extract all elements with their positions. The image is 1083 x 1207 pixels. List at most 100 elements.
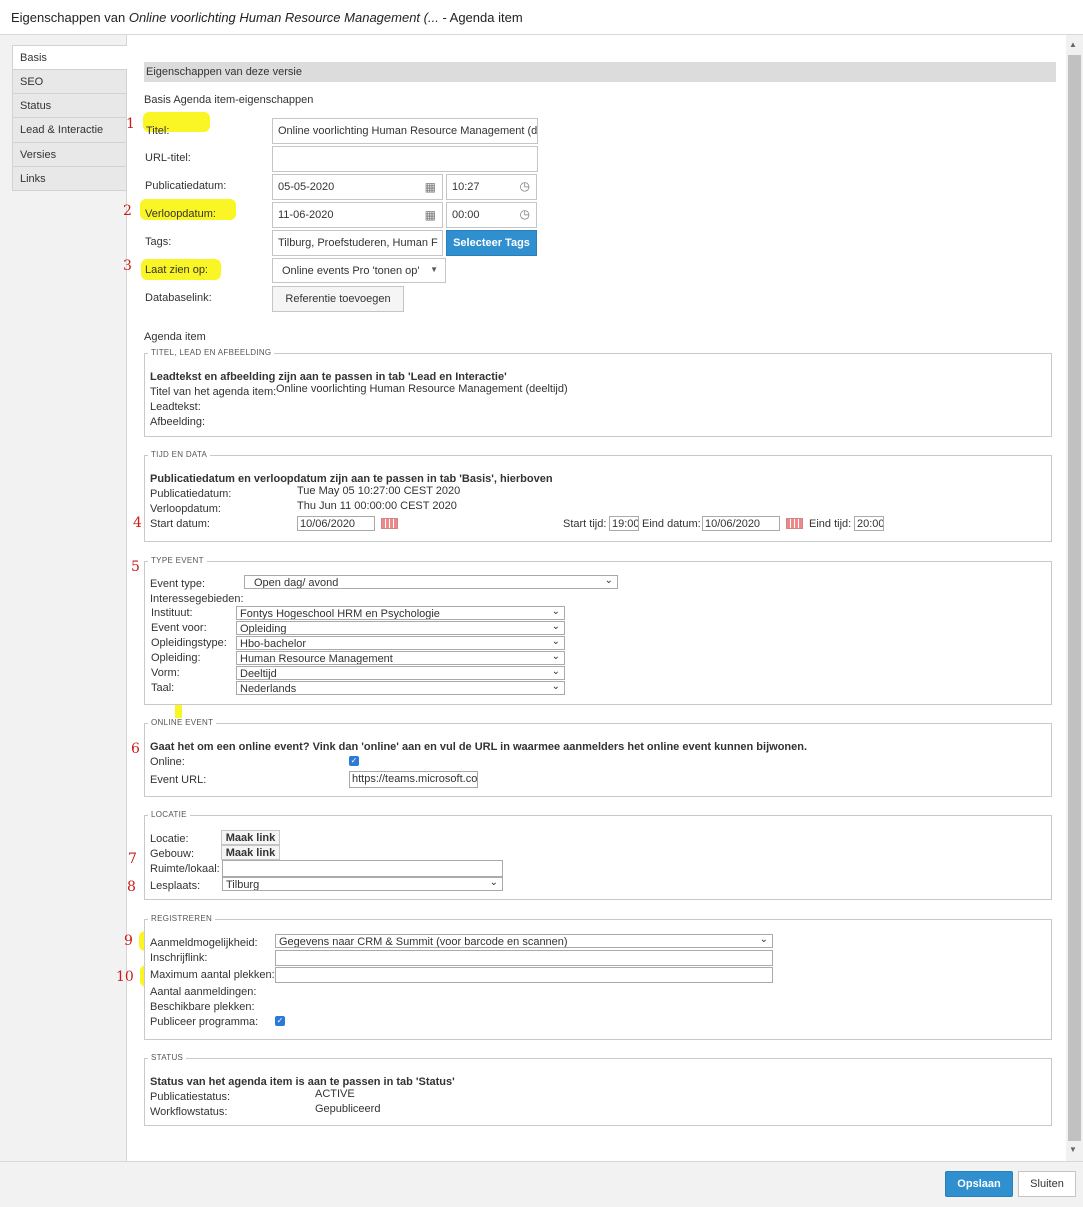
- taal-select[interactable]: Nederlands ⌄: [236, 681, 565, 695]
- workflowstatus-value: Gepubliceerd: [315, 1103, 381, 1115]
- annotation-number: 9: [124, 933, 133, 949]
- title-prefix: Eigenschappen van: [11, 10, 126, 25]
- inschrijflink-input[interactable]: [275, 950, 773, 966]
- maak-link-locatie-button[interactable]: Maak link: [221, 830, 280, 845]
- selecteer-tags-button[interactable]: Selecteer Tags: [446, 230, 537, 256]
- window-title: Eigenschappen van Online voorlichting Hu…: [11, 10, 523, 25]
- calendar-icon[interactable]: ▦: [425, 180, 436, 194]
- publicatiedatum-date-input[interactable]: 05-05-2020 ▦: [272, 174, 443, 200]
- event-url-label: Event URL:: [150, 774, 207, 786]
- opleidingstype-select[interactable]: Hbo-bachelor ⌄: [236, 636, 565, 650]
- agenda-titel-label: Titel van het agenda item:: [150, 386, 277, 398]
- opleiding-value: Human Resource Management: [240, 653, 393, 665]
- caret-down-icon: ▼: [430, 265, 438, 274]
- scroll-up-icon[interactable]: ▲: [1069, 40, 1077, 49]
- title-item-name: Online voorlichting Human Resource Manag…: [128, 10, 439, 25]
- vorm-label: Vorm:: [151, 667, 180, 679]
- chevron-down-icon: ⌄: [551, 681, 560, 692]
- aanmeld-select[interactable]: Gegevens naar CRM & Summit (voor barcode…: [275, 934, 773, 948]
- aanmeld-value: Gegevens naar CRM & Summit (voor barcode…: [279, 936, 568, 948]
- annotation-number: 1: [126, 116, 135, 132]
- calendar-icon[interactable]: [786, 518, 803, 529]
- event-url-input[interactable]: https://teams.microsoft.co: [349, 771, 478, 788]
- calendar-icon[interactable]: [381, 518, 398, 529]
- section-header: Eigenschappen van deze versie: [144, 62, 1056, 82]
- verloopdatum-date-input[interactable]: 11-06-2020 ▦: [272, 202, 443, 228]
- lesplaats-select[interactable]: Tilburg ⌄: [222, 877, 503, 891]
- lesplaats-label: Lesplaats:: [150, 880, 201, 892]
- eind-tijd-input[interactable]: 20:00: [854, 516, 884, 531]
- tab-versies[interactable]: Versies: [12, 143, 127, 167]
- eind-datum-label: Eind datum:: [642, 518, 701, 530]
- verloopdatum-time-input[interactable]: 00:00 ◷: [446, 202, 537, 228]
- max-plekken-input[interactable]: [275, 967, 773, 983]
- online-label: Online:: [150, 756, 185, 768]
- publicatiestatus-value: ACTIVE: [315, 1088, 355, 1100]
- legend-online-event: ONLINE EVENT: [148, 718, 217, 727]
- start-tijd-input[interactable]: 19:00: [609, 516, 639, 531]
- title-suffix: - Agenda item: [442, 10, 523, 25]
- tijd-pub-label: Publicatiedatum:: [150, 488, 232, 500]
- interesse-label: Interessegebieden:: [150, 593, 244, 605]
- publiceer-programma-checkbox[interactable]: ✓: [275, 1016, 285, 1026]
- tab-status[interactable]: Status: [12, 94, 127, 118]
- tijd-pub-value: Tue May 05 10:27:00 CEST 2020: [297, 485, 461, 497]
- online-checkbox[interactable]: ✓: [349, 756, 359, 766]
- instituut-label: Instituut:: [151, 607, 193, 619]
- annotation-number: 6: [131, 741, 140, 757]
- start-datum-input[interactable]: 10/06/2020: [297, 516, 375, 531]
- event-type-label: Event type:: [150, 578, 206, 590]
- laat-zien-label: Laat zien op:: [145, 264, 208, 276]
- max-plekken-label: Maximum aantal plekken:: [150, 969, 275, 981]
- clock-icon[interactable]: ◷: [520, 207, 530, 221]
- window-titlebar: Eigenschappen van Online voorlichting Hu…: [0, 0, 1083, 35]
- titel-lead-notice: Leadtekst en afbeelding zijn aan te pass…: [150, 371, 507, 383]
- scrollbar-thumb[interactable]: [1068, 55, 1081, 1141]
- aantal-aanmeldingen-label: Aantal aanmeldingen:: [150, 986, 257, 998]
- ruimte-input[interactable]: [222, 860, 503, 877]
- chevron-down-icon: ⌄: [489, 877, 498, 888]
- scroll-down-icon[interactable]: ▼: [1069, 1145, 1077, 1154]
- calendar-icon[interactable]: ▦: [425, 208, 436, 222]
- legend-status: STATUS: [148, 1053, 187, 1062]
- afbeelding-label: Afbeelding:: [150, 416, 206, 428]
- opslaan-button[interactable]: Opslaan: [945, 1171, 1013, 1197]
- annotation-number: 10: [116, 969, 134, 985]
- legend-locatie: LOCATIE: [148, 810, 190, 819]
- tab-seo[interactable]: SEO: [12, 70, 127, 94]
- annotation-number: 7: [128, 851, 137, 867]
- eind-datum-input[interactable]: 10/06/2020: [702, 516, 780, 531]
- beschikbare-plekken-label: Beschikbare plekken:: [150, 1001, 255, 1013]
- clock-icon[interactable]: ◷: [520, 179, 530, 193]
- legend-titel-lead: TITEL, LEAD EN AFBEELDING: [148, 348, 275, 357]
- sluiten-button[interactable]: Sluiten: [1018, 1171, 1076, 1197]
- dialog-footer: [0, 1161, 1083, 1207]
- start-tijd-label: Start tijd:: [563, 518, 607, 530]
- locatie-label: Locatie:: [150, 833, 189, 845]
- titel-input[interactable]: Online voorlichting Human Resource Manag…: [272, 118, 538, 144]
- legend-registreren: REGISTREREN: [148, 914, 216, 923]
- tab-links[interactable]: Links: [12, 167, 127, 191]
- opleidingstype-label: Opleidingstype:: [151, 637, 227, 649]
- annotation-number: 2: [123, 203, 132, 219]
- publicatiedatum-time-input[interactable]: 10:27 ◷: [446, 174, 537, 200]
- instituut-select[interactable]: Fontys Hogeschool HRM en Psychologie ⌄: [236, 606, 565, 620]
- tab-basis[interactable]: Basis: [12, 45, 127, 70]
- opleiding-select[interactable]: Human Resource Management ⌄: [236, 651, 565, 665]
- referentie-toevoegen-button[interactable]: Referentie toevoegen: [272, 286, 404, 312]
- url-titel-input[interactable]: [272, 146, 538, 172]
- aanmeld-label: Aanmeldmogelijkheid:: [150, 937, 258, 949]
- event-voor-select[interactable]: Opleiding ⌄: [236, 621, 565, 635]
- publicatiedatum-date-value: 05-05-2020: [278, 181, 335, 193]
- maak-link-gebouw-button[interactable]: Maak link: [221, 845, 280, 860]
- tab-lead-interactie[interactable]: Lead & Interactie: [12, 118, 127, 143]
- workflowstatus-label: Workflowstatus:: [150, 1106, 228, 1118]
- lesplaats-value: Tilburg: [226, 879, 260, 891]
- legend-type-event: TYPE EVENT: [148, 556, 207, 565]
- tags-input[interactable]: Tilburg, Proefstuderen, Human F: [272, 230, 443, 256]
- laat-zien-select[interactable]: Online events Pro 'tonen op' ▼: [272, 258, 446, 283]
- event-type-select[interactable]: Open dag/ avond ⌄: [244, 575, 618, 589]
- fieldset-titel-lead: [144, 353, 1052, 437]
- chevron-down-icon: ⌄: [551, 666, 560, 677]
- vorm-select[interactable]: Deeltijd ⌄: [236, 666, 565, 680]
